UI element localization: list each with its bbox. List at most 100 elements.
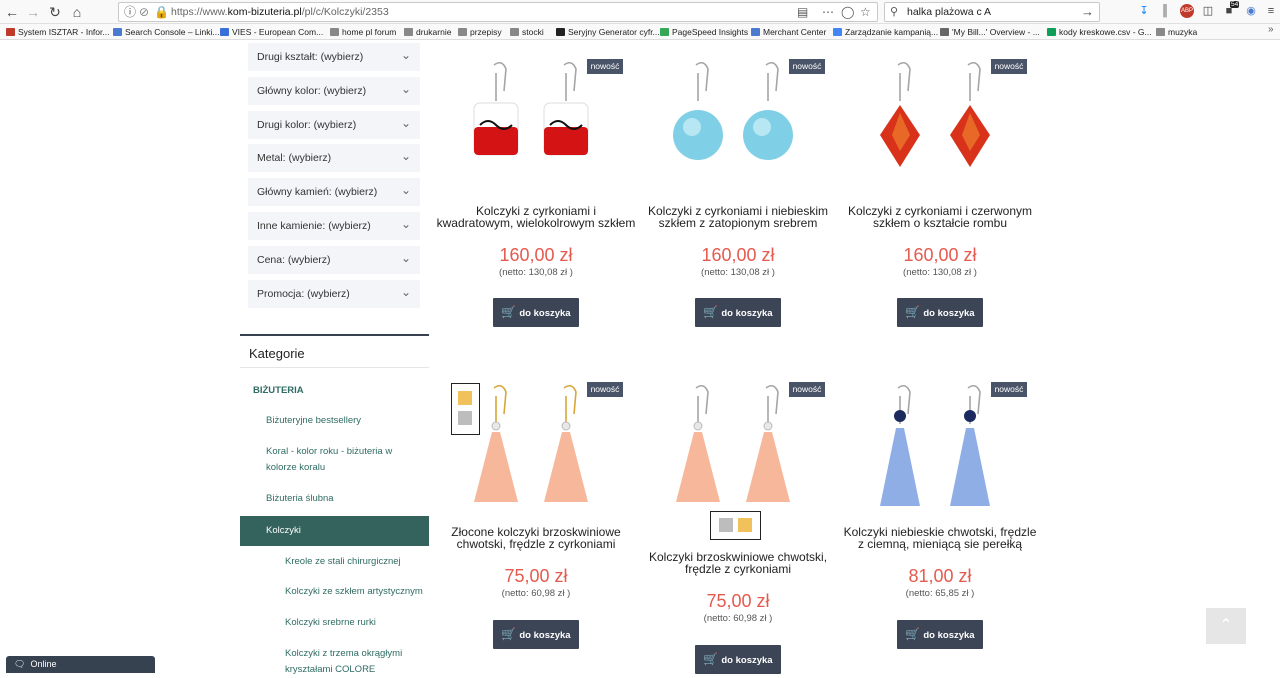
color-swatch-selector[interactable] [451, 383, 480, 435]
product-price: 75,00 zł [706, 591, 770, 611]
chevron-down-icon: ⌄ [400, 284, 411, 299]
product-image[interactable] [638, 55, 838, 185]
sidebar-icon[interactable]: ◫ [1201, 4, 1215, 18]
category-item[interactable]: Koral - kolor roku - biżuteria w kolorze… [266, 444, 416, 476]
product-image[interactable] [840, 55, 1040, 185]
bookmark-item[interactable]: home pl forum [330, 26, 396, 38]
reload-icon[interactable]: ↻ [46, 3, 64, 21]
product-name[interactable]: Kolczyki niebieskie chwotski, frędzle z … [840, 526, 1040, 550]
category-item[interactable]: Kolczyki ze szkłem artystycznym [285, 584, 425, 600]
filter-dropdown[interactable]: Główny kamień: (wybierz) ⌄ [248, 178, 420, 207]
cart-icon: 🛒 [501, 305, 517, 319]
product-name[interactable]: Kolczyki brzoskwiniowe chwotski, frędzle… [638, 551, 838, 575]
library-icon[interactable]: ║ [1158, 4, 1172, 18]
filter-dropdown[interactable]: Drugi kolor: (wybierz) ⌄ [248, 110, 420, 139]
swatch-silver[interactable] [458, 411, 472, 425]
filter-label: Główny kamień: (wybierz) [257, 186, 378, 199]
bookmark-label: System ISZTAR - Infor... [18, 27, 110, 37]
bookmark-star-icon[interactable]: ☆ [860, 4, 871, 21]
chat-bubble-icon: 🗨 [14, 659, 26, 669]
filter-dropdown[interactable]: Główny kolor: (wybierz) ⌄ [248, 76, 420, 105]
bookmark-label: drukarnie [416, 27, 452, 37]
lock-icon[interactable]: 🔒 [154, 4, 169, 21]
url-bar[interactable]: ⓘ ⊘ 🔒 https://www.kom-bizuteria.pl/pl/c/… [118, 2, 878, 22]
product-name[interactable]: Złocone kolczyki brzoskwiniowe chwotski,… [436, 526, 636, 550]
bookmark-item[interactable]: kody kreskowe.csv - G... [1047, 26, 1152, 38]
add-to-cart-button[interactable]: 🛒 do koszyka [897, 298, 983, 327]
bookmark-label: przepisy [470, 27, 502, 37]
product-card: nowość Kolczyki z cyrkoniami i niebieskim… [638, 55, 838, 355]
bookmark-favicon-icon [510, 28, 519, 36]
category-item[interactable]: Biżuteryjne bestsellery [266, 413, 416, 429]
bookmark-label: Seryjny Generator cyfr... [568, 27, 660, 37]
bookmark-item[interactable]: stocki [510, 26, 544, 38]
bookmark-item[interactable]: Search Console – Linki... [113, 26, 220, 38]
reader-view-icon[interactable]: ▤ [797, 4, 808, 21]
add-to-cart-button[interactable]: 🛒 do koszyka [897, 620, 983, 649]
adblock-icon[interactable]: ABP [1180, 4, 1194, 18]
search-input[interactable]: halka plażowa c A [907, 6, 991, 18]
bookmark-favicon-icon [113, 28, 122, 36]
product-name[interactable]: Kolczyki z cyrkoniami i czerwonym szkłem… [840, 205, 1040, 229]
product-image[interactable] [840, 378, 1040, 508]
bookmark-item[interactable]: drukarnie [404, 26, 451, 38]
bookmark-item[interactable]: muzyka [1156, 26, 1197, 38]
filter-label: Inne kamienie: (wybierz) [257, 220, 371, 232]
bookmark-item[interactable]: Merchant Center [751, 26, 826, 38]
category-item[interactable]: Biżuteria ślubna [266, 491, 416, 507]
tracking-protection-icon[interactable]: ⊘ [139, 4, 149, 21]
bookmark-item[interactable]: VIES - European Com... [220, 26, 323, 38]
scroll-to-top-button[interactable]: ⌃ [1206, 608, 1246, 644]
add-to-cart-button[interactable]: 🛒 do koszyka [695, 645, 781, 674]
product-price: 160,00 zł [903, 245, 977, 265]
product-price: 81,00 zł [908, 566, 972, 586]
bookmarks-overflow-icon[interactable]: » [1268, 24, 1274, 35]
add-to-cart-button[interactable]: 🛒 do koszyka [493, 620, 579, 649]
bookmark-item[interactable]: PageSpeed Insights [660, 26, 748, 38]
add-to-cart-label: do koszyka [923, 308, 975, 319]
filter-dropdown[interactable]: Cena: (wybierz) ⌄ [248, 245, 420, 274]
back-icon[interactable]: ← [3, 3, 21, 21]
category-item[interactable]: Kreole ze stali chirurgicznej [285, 554, 425, 570]
product-netto-price: (netto: 130,08 zł ) [701, 267, 775, 278]
swatch-gold[interactable] [738, 518, 752, 532]
product-image[interactable] [638, 378, 838, 508]
page-actions-icon[interactable]: ⋯ [822, 4, 834, 21]
filter-dropdown[interactable]: Promocja: (wybierz) ⌄ [248, 279, 420, 308]
search-go-icon[interactable]: → [1081, 4, 1094, 19]
bookmark-item[interactable]: przepisy [458, 26, 502, 38]
color-swatch-selector[interactable] [710, 511, 761, 540]
add-to-cart-button[interactable]: 🛒 do koszyka [695, 298, 781, 327]
pocket-icon[interactable]: ◯ [841, 4, 854, 21]
bookmark-label: Zarządzanie kampanią... [845, 27, 939, 37]
category-item[interactable]: Kolczyki [266, 523, 416, 539]
menu-icon[interactable]: ≡ [1264, 4, 1278, 18]
bookmark-item[interactable]: Zarządzanie kampanią... [833, 26, 938, 38]
forward-icon[interactable]: → [24, 3, 42, 21]
product-image[interactable] [436, 55, 636, 185]
home-icon[interactable]: ⌂ [68, 3, 86, 21]
new-badge: nowość [991, 382, 1027, 397]
swatch-gold[interactable] [458, 391, 472, 405]
url-text[interactable]: https://www.kom-bizuteria.pl/pl/c/Kolczy… [171, 6, 389, 18]
product-name[interactable]: Kolczyki z cyrkoniami i niebieskim szkłe… [638, 205, 838, 229]
extension-icon-2[interactable]: ◉ [1244, 4, 1258, 18]
chat-widget[interactable]: 🗨 Online [6, 656, 155, 673]
swatch-silver[interactable] [719, 518, 733, 532]
filter-dropdown[interactable]: Inne kamienie: (wybierz) ⌄ [248, 212, 420, 240]
info-icon[interactable]: ⓘ [124, 4, 136, 21]
add-to-cart-label: do koszyka [519, 630, 571, 641]
filter-dropdown[interactable]: Metal: (wybierz) ⌄ [248, 144, 420, 173]
category-item[interactable]: Kolczyki z trzema okrągłymi kryształami … [285, 646, 425, 678]
category-root[interactable]: BIŻUTERIA [253, 385, 304, 396]
filter-dropdown[interactable]: Drugi kształt: (wybierz) ⌄ [248, 43, 420, 71]
product-name[interactable]: Kolczyki z cyrkoniami i kwadratowym, wie… [436, 205, 636, 229]
add-to-cart-button[interactable]: 🛒 do koszyka [493, 298, 579, 327]
new-badge: nowość [789, 382, 825, 397]
category-item[interactable]: Kolczyki srebrne rurki [285, 615, 425, 631]
bookmark-item[interactable]: System ISZTAR - Infor... [6, 26, 109, 38]
search-bar[interactable]: ⚲ halka plażowa c A → [884, 2, 1100, 22]
downloads-icon[interactable]: ↧ [1137, 4, 1151, 18]
bookmark-item[interactable]: 'My Bill...' Overview - ... [940, 26, 1040, 38]
bookmark-item[interactable]: Seryjny Generator cyfr... [556, 26, 660, 38]
